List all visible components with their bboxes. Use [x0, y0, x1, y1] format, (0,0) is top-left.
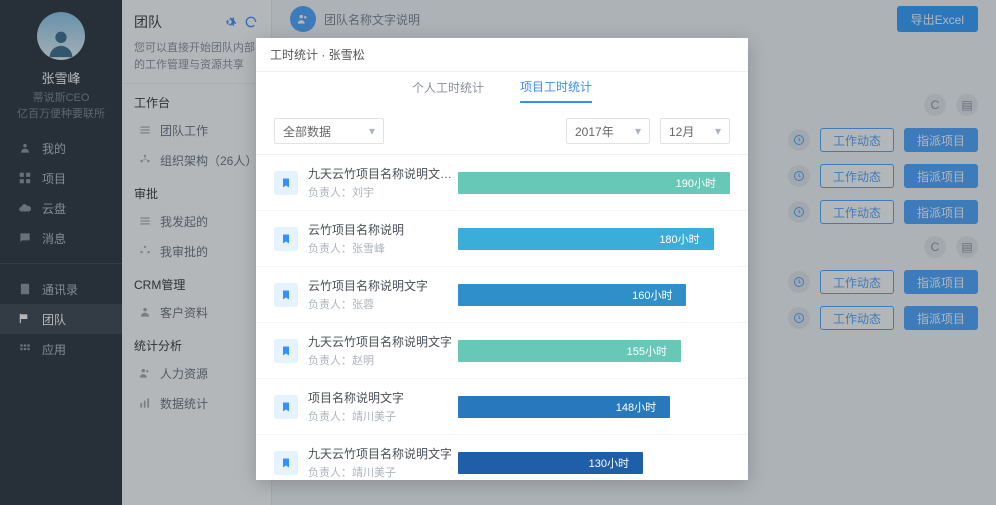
- project-row[interactable]: 项目名称说明文字负责人：靖川美子148小时: [256, 379, 748, 435]
- project-owner: 负责人：刘宇: [308, 184, 458, 200]
- filter-dataset[interactable]: 全部数据▾: [274, 118, 384, 144]
- project-owner: 负责人：张雪峰: [308, 240, 458, 256]
- bookmark-icon: [274, 339, 298, 363]
- project-name: 九天云竹项目名称说明文字: [308, 333, 458, 350]
- filter-year[interactable]: 2017年▾: [566, 118, 650, 144]
- project-owner: 负责人：赵明: [308, 352, 458, 368]
- project-row[interactable]: 云竹项目名称说明文字负责人：张蓉160小时: [256, 267, 748, 323]
- tab-personal[interactable]: 个人工时统计: [412, 79, 484, 102]
- project-row[interactable]: 云竹项目名称说明负责人：张雪峰180小时: [256, 211, 748, 267]
- project-owner: 负责人：靖川美子: [308, 408, 458, 424]
- project-row[interactable]: 九天云竹项目名称说明文字负责人：赵明155小时: [256, 323, 748, 379]
- project-row[interactable]: 九天云竹项目名称说明文字负责人：靖川美子130小时: [256, 435, 748, 480]
- timesheet-modal: 工时统计 · 张雪松 个人工时统计 项目工时统计 全部数据▾ 2017年▾ 12…: [256, 38, 748, 480]
- bookmark-icon: [274, 227, 298, 251]
- hours-bar: 130小时: [458, 452, 643, 474]
- project-name: 云竹项目名称说明: [308, 221, 458, 238]
- bookmark-icon: [274, 171, 298, 195]
- project-name: 九天云竹项目名称说明文字...: [308, 165, 458, 182]
- project-name: 九天云竹项目名称说明文字: [308, 445, 458, 462]
- hours-bar: 155小时: [458, 340, 681, 362]
- project-name: 云竹项目名称说明文字: [308, 277, 458, 294]
- bookmark-icon: [274, 283, 298, 307]
- hours-bar: 180小时: [458, 228, 714, 250]
- hours-bar: 190小时: [458, 172, 730, 194]
- project-name: 项目名称说明文字: [308, 389, 458, 406]
- tab-project[interactable]: 项目工时统计: [520, 78, 592, 103]
- hours-bar: 160小时: [458, 284, 686, 306]
- project-owner: 负责人：靖川美子: [308, 464, 458, 480]
- hours-bar: 148小时: [458, 396, 670, 418]
- project-list: 九天云竹项目名称说明文字... 负责人：刘宇190小时云竹项目名称说明负责人：张雪…: [256, 155, 748, 480]
- project-row[interactable]: 九天云竹项目名称说明文字... 负责人：刘宇190小时: [256, 155, 748, 211]
- project-owner: 负责人：张蓉: [308, 296, 458, 312]
- modal-title: 工时统计 · 张雪松: [256, 38, 748, 72]
- filter-month[interactable]: 12月▾: [660, 118, 730, 144]
- bookmark-icon: [274, 451, 298, 475]
- bookmark-icon: [274, 395, 298, 419]
